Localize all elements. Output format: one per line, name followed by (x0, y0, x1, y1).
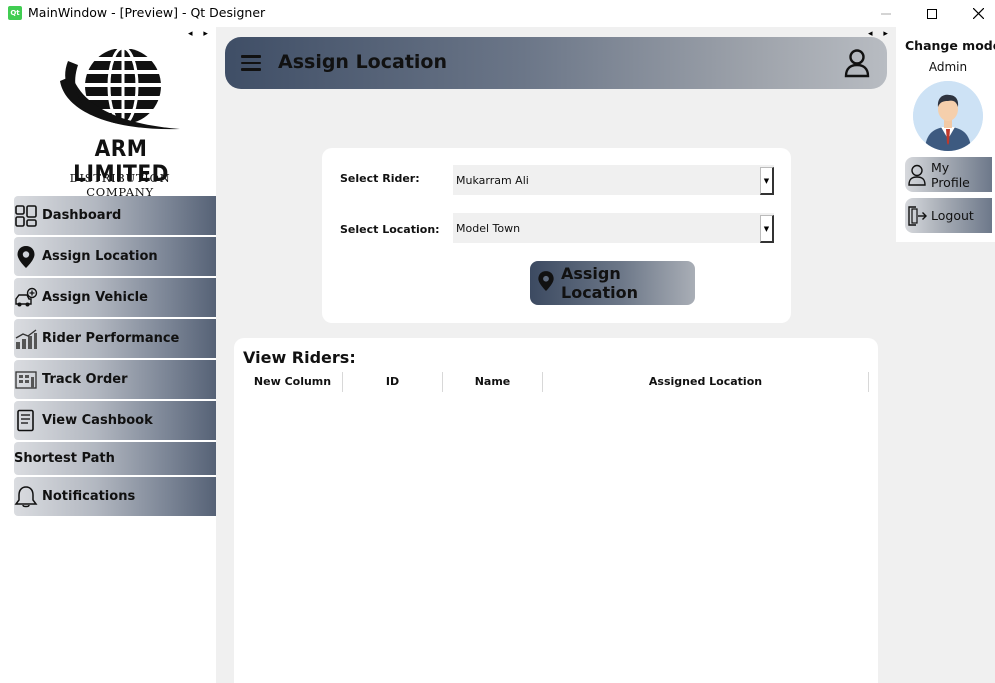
select-rider-label: Select Rider: (340, 172, 420, 185)
column-header-assigned-location[interactable]: Assigned Location (543, 372, 869, 392)
sidebar-item-label: Track Order (42, 372, 128, 387)
change-mode-label[interactable]: Change mode (905, 38, 995, 53)
select-location-label: Select Location: (340, 223, 440, 236)
my-profile-label: My Profile (931, 159, 970, 190)
column-header-name[interactable]: Name (443, 372, 543, 392)
chevron-down-icon[interactable]: ▼ (760, 215, 774, 243)
riders-table-header: New Column ID Name Assigned Location (243, 372, 869, 394)
profile-panel: Change mode Admin My Profile Logout (896, 27, 995, 242)
map-pin-icon (537, 269, 555, 297)
page-title: Assign Location (278, 51, 447, 73)
sidebar-item-view-cashbook[interactable]: View Cashbook (14, 401, 216, 440)
sidebar-item-dashboard[interactable]: Dashboard (14, 196, 216, 235)
assign-location-button-label: Assign Location (561, 264, 638, 302)
column-header-new-column[interactable]: New Column (243, 372, 343, 392)
sidebar-item-label: Notifications (42, 489, 136, 504)
user-icon (908, 164, 926, 186)
sidebar-item-notifications[interactable]: Notifications (14, 477, 216, 516)
logout-icon (908, 205, 927, 226)
avatar (913, 81, 983, 151)
sidebar-item-label: View Cashbook (42, 413, 153, 428)
logout-label: Logout (931, 208, 974, 223)
sidebar-item-assign-vehicle[interactable]: Assign Vehicle (14, 278, 216, 317)
minimize-button[interactable] (863, 0, 909, 27)
sidebar-item-label: Assign Location (42, 249, 158, 264)
view-riders-title: View Riders: (243, 348, 356, 367)
my-profile-button[interactable]: My Profile (905, 157, 992, 192)
close-button[interactable] (955, 0, 995, 27)
company-logo: ARM LIMITED DISTRIBUTION COMPANY (40, 41, 200, 199)
user-account-icon[interactable] (843, 48, 871, 82)
sidebar: ◂ ▸ ARM LIMITED DISTRIBUTION COMPANY Das… (0, 27, 216, 683)
sidebar-item-shortest-path[interactable]: Shortest Path (14, 442, 216, 475)
sidebar-item-track-order[interactable]: Track Order (14, 360, 216, 399)
maximize-button[interactable] (909, 0, 955, 27)
company-tagline: DISTRIBUTION COMPANY (69, 171, 171, 199)
rider-select-value: Mukarram Ali (456, 174, 529, 187)
bar-chart-icon (14, 327, 38, 351)
rider-select[interactable]: Mukarram Ali ▼ (453, 165, 774, 195)
sidebar-item-rider-performance[interactable]: Rider Performance (14, 319, 216, 358)
sidebar-item-label: Rider Performance (42, 331, 180, 346)
assign-location-button[interactable]: Assign Location (530, 261, 695, 305)
qt-app-icon: Qt (8, 6, 22, 20)
user-role: Admin (928, 60, 968, 74)
location-select-value: Model Town (456, 222, 521, 235)
window-title: MainWindow - [Preview] - Qt Designer (28, 5, 266, 20)
page-header: Assign Location (225, 37, 887, 89)
maximize-icon (927, 8, 937, 19)
title-bar: Qt MainWindow - [Preview] - Qt Designer (0, 0, 995, 27)
assign-form-card: Select Rider: Mukarram Ali ▼ Select Loca… (322, 148, 791, 323)
sidebar-item-label: Assign Vehicle (42, 290, 148, 305)
minimize-icon (881, 13, 891, 14)
splitter-handle[interactable]: ◂ ▸ (188, 29, 212, 39)
location-select[interactable]: Model Town ▼ (453, 213, 774, 243)
riders-table-card: View Riders: New Column ID Name Assigned… (234, 338, 878, 683)
book-icon (14, 409, 38, 433)
app-window: Qt MainWindow - [Preview] - Qt Designer … (0, 0, 995, 683)
sidebar-item-label: Dashboard (42, 208, 122, 223)
chevron-down-icon[interactable]: ▼ (760, 167, 774, 195)
close-icon (972, 8, 984, 19)
sidebar-item-assign-location[interactable]: Assign Location (14, 237, 216, 276)
businessman-avatar-icon (913, 81, 983, 151)
vehicle-icon (14, 286, 38, 310)
track-order-icon (14, 368, 38, 392)
bell-icon (14, 485, 38, 509)
hamburger-menu-icon[interactable] (241, 55, 261, 71)
sidebar-item-label: Shortest Path (14, 451, 115, 466)
column-header-id[interactable]: ID (343, 372, 443, 392)
logout-button[interactable]: Logout (905, 198, 992, 233)
map-pin-icon (14, 245, 38, 269)
globe-logo-icon (60, 48, 180, 130)
dashboard-grid-icon (14, 204, 38, 228)
